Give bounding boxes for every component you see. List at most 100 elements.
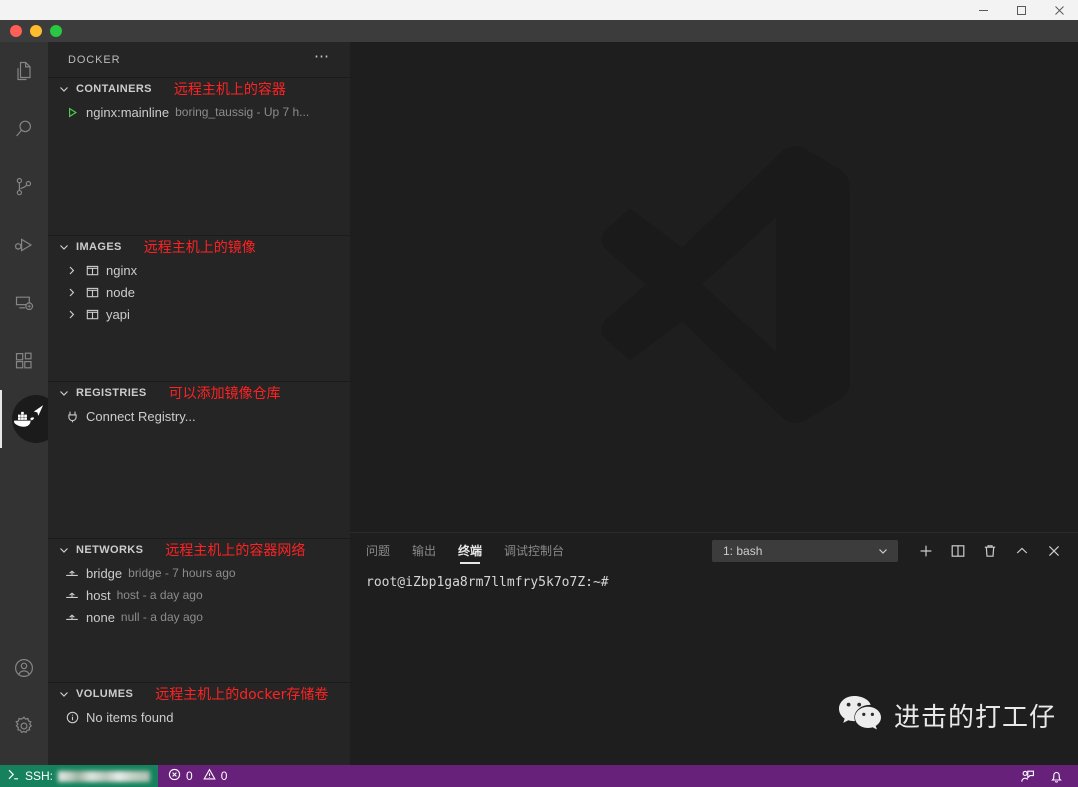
activity-item-remote-explorer[interactable] xyxy=(0,274,48,332)
terminal-output[interactable]: root@iZbp1ga8rm7llmfry5k7o7Z:~# xyxy=(350,568,1078,592)
wechat-account-name: 进击的打工仔 xyxy=(893,703,1056,733)
close-panel-button[interactable] xyxy=(1040,537,1068,565)
activity-item-search[interactable] xyxy=(0,100,48,158)
search-icon xyxy=(12,117,36,141)
image-icon xyxy=(84,264,100,277)
section-header-registries[interactable]: REGISTRIES 可以添加镜像仓库 xyxy=(48,382,350,404)
remote-host-redacted xyxy=(58,770,151,782)
wechat-logo-icon xyxy=(838,694,882,737)
image-name: nginx xyxy=(106,262,138,278)
docker-whale-icon xyxy=(11,406,37,432)
docker-sidebar: DOCKER ⋯ CONTAINERS 远程主机上的容器 nginx:mainl… xyxy=(48,42,350,765)
run-debug-icon xyxy=(12,233,36,257)
terminal-select[interactable]: 1: bash xyxy=(712,539,898,562)
remote-explorer-icon xyxy=(12,291,36,315)
bell-icon[interactable] xyxy=(1049,769,1064,784)
image-row[interactable]: nginx xyxy=(48,259,350,281)
section-header-volumes[interactable]: VOLUMES 远程主机上的docker存储卷 xyxy=(48,683,350,705)
section-body-volumes: No items found xyxy=(48,705,350,765)
window-minimize-button[interactable] xyxy=(30,25,42,37)
status-remote-indicator[interactable]: SSH: xyxy=(0,765,159,787)
error-count: 0 xyxy=(186,769,193,783)
activity-item-explorer[interactable] xyxy=(0,42,48,100)
trash-icon xyxy=(982,543,998,559)
files-icon xyxy=(12,59,36,83)
section-body-registries: Connect Registry... xyxy=(48,404,350,538)
section-header-containers[interactable]: CONTAINERS 远程主机上的容器 xyxy=(48,78,350,100)
tab-output[interactable]: 输出 xyxy=(412,533,436,568)
network-row[interactable]: host host - a day ago xyxy=(48,584,350,606)
connect-registry-label: Connect Registry... xyxy=(86,408,196,424)
section-title-containers: CONTAINERS xyxy=(76,83,152,95)
chevron-up-icon xyxy=(1014,543,1030,559)
sidebar-header: DOCKER ⋯ xyxy=(48,42,350,77)
activity-item-run-debug[interactable] xyxy=(0,216,48,274)
gear-icon xyxy=(12,714,36,738)
status-problems[interactable]: 0 0 xyxy=(158,765,237,787)
network-icon xyxy=(64,567,80,579)
new-terminal-button[interactable] xyxy=(912,537,940,565)
warning-icon xyxy=(202,768,216,784)
activity-item-accounts[interactable] xyxy=(0,639,48,697)
section-header-networks[interactable]: NETWORKS 远程主机上的容器网络 xyxy=(48,539,350,561)
window-maximize-button[interactable] xyxy=(50,25,62,37)
image-row[interactable]: yapi xyxy=(48,303,350,325)
volumes-empty-label: No items found xyxy=(86,709,174,725)
kill-terminal-button[interactable] xyxy=(976,537,1004,565)
tab-problems[interactable]: 问题 xyxy=(366,533,390,568)
info-icon xyxy=(64,711,80,724)
network-description: null - a day ago xyxy=(120,610,203,624)
terminal-prompt-line: root@iZbp1ga8rm7llmfry5k7o7Z:~# xyxy=(366,575,609,590)
activity-item-docker[interactable] xyxy=(0,390,60,448)
chevron-right-icon[interactable] xyxy=(64,265,78,276)
account-icon xyxy=(12,656,36,680)
network-name: bridge xyxy=(86,565,123,581)
chevron-right-icon[interactable] xyxy=(64,287,78,298)
bottom-panel: 问题 输出 终端 调试控制台 1: bash root@iZbp1ga8rm7l… xyxy=(350,532,1078,765)
network-row[interactable]: bridge bridge - 7 hours ago xyxy=(48,562,350,584)
section-registries: REGISTRIES 可以添加镜像仓库 Connect Registry... xyxy=(48,381,350,538)
maximize-panel-button[interactable] xyxy=(1008,537,1036,565)
vscode-logo-watermark xyxy=(564,140,864,435)
chevron-right-icon[interactable] xyxy=(64,309,78,320)
sidebar-more-actions-button[interactable]: ⋯ xyxy=(314,49,330,70)
activity-item-extensions[interactable] xyxy=(0,332,48,390)
section-title-registries: REGISTRIES xyxy=(76,387,147,399)
split-terminal-button[interactable] xyxy=(944,537,972,565)
editor-area[interactable] xyxy=(350,42,1078,532)
feedback-icon[interactable] xyxy=(1020,769,1035,784)
activity-item-source-control[interactable] xyxy=(0,158,48,216)
source-control-icon xyxy=(12,175,36,199)
annotation-volumes: 远程主机上的docker存储卷 xyxy=(155,687,329,703)
error-icon xyxy=(168,768,181,784)
os-minimize-button[interactable] xyxy=(964,0,1002,20)
container-status: boring_taussig - Up 7 h... xyxy=(175,105,310,119)
os-maximize-button[interactable] xyxy=(1002,0,1040,20)
connect-registry-row[interactable]: Connect Registry... xyxy=(48,405,350,427)
chevron-down-icon xyxy=(56,544,72,556)
activity-bar-bottom-group xyxy=(0,639,48,765)
image-row[interactable]: node xyxy=(48,281,350,303)
status-bar-right-group xyxy=(1020,769,1078,784)
container-row[interactable]: nginx:mainline boring_taussig - Up 7 h..… xyxy=(48,101,350,123)
section-title-networks: NETWORKS xyxy=(76,544,144,556)
plug-icon xyxy=(64,410,80,423)
tab-terminal[interactable]: 终端 xyxy=(458,533,482,568)
activity-bar xyxy=(0,42,60,765)
network-description: host - a day ago xyxy=(116,588,203,602)
image-icon xyxy=(84,286,100,299)
plus-icon xyxy=(918,543,934,559)
window-close-button[interactable] xyxy=(10,25,22,37)
section-title-volumes: VOLUMES xyxy=(76,688,134,700)
activity-item-settings[interactable] xyxy=(0,697,48,755)
section-body-containers: nginx:mainline boring_taussig - Up 7 h..… xyxy=(48,100,350,235)
section-header-images[interactable]: IMAGES 远程主机上的镜像 xyxy=(48,236,350,258)
network-row[interactable]: none null - a day ago xyxy=(48,606,350,628)
section-body-images: nginx node yapi xyxy=(48,258,350,381)
extensions-icon xyxy=(12,349,36,373)
os-close-button[interactable] xyxy=(1040,0,1078,20)
tab-debug-console[interactable]: 调试控制台 xyxy=(504,533,564,568)
panel-actions: 1: bash xyxy=(712,533,1068,568)
play-icon xyxy=(64,107,80,118)
vscode-window: DOCKER ⋯ CONTAINERS 远程主机上的容器 nginx:mainl… xyxy=(0,20,1078,787)
